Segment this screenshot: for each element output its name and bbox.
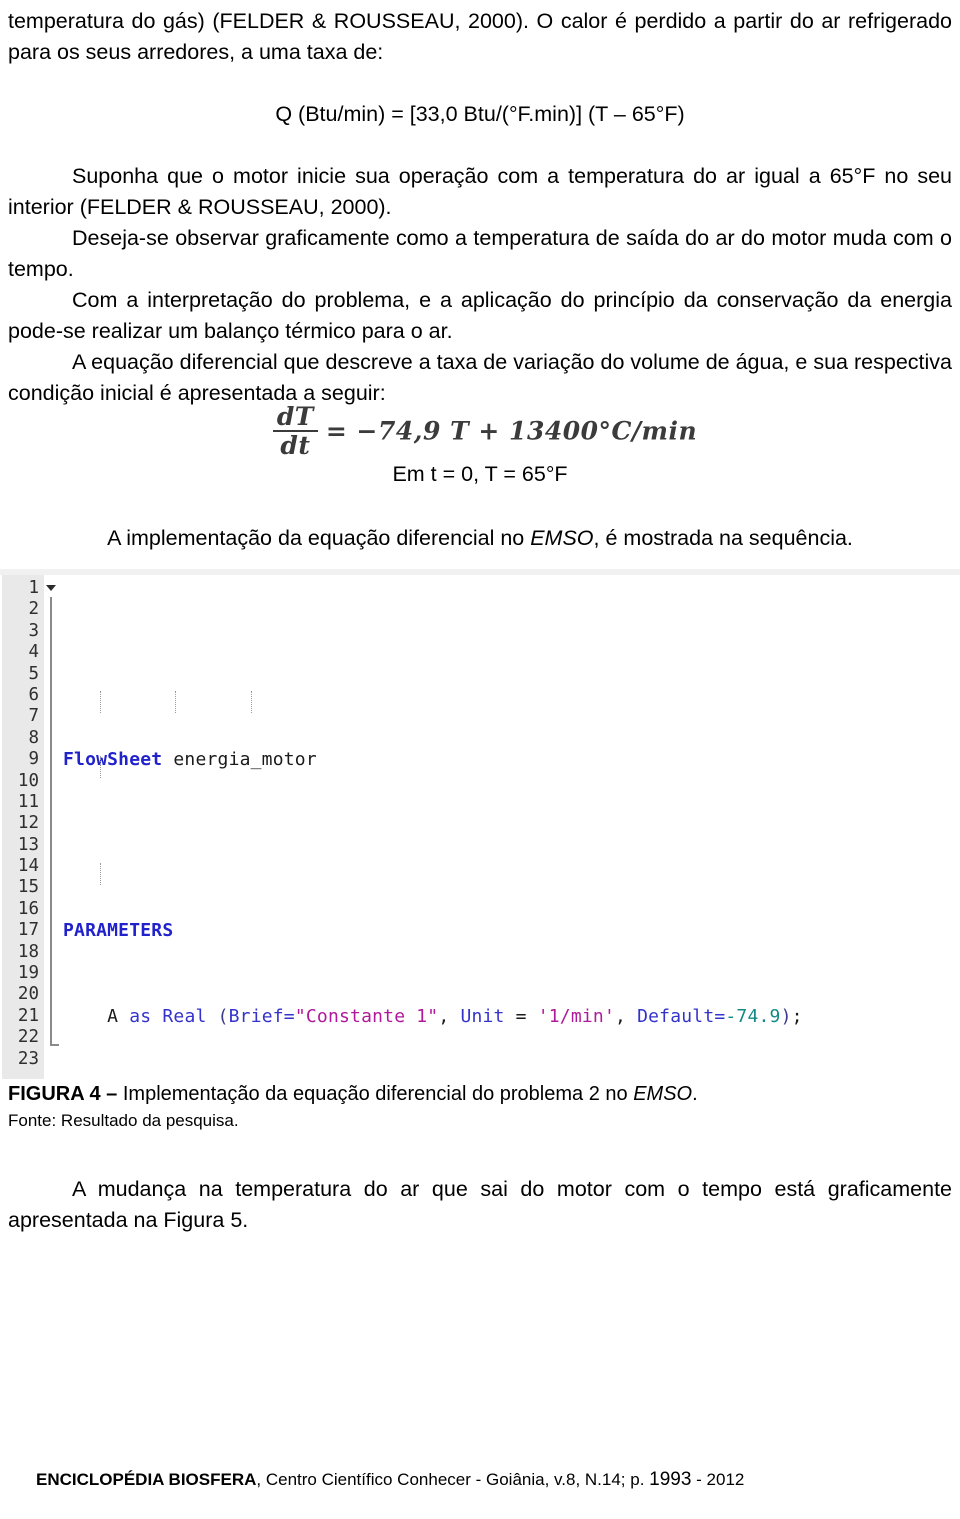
caption-text: Implementação da equação diferencial do …: [122, 1083, 634, 1105]
code-token-keyword: PARAMETERS: [63, 920, 174, 942]
code-token-identifier: energia_motor: [173, 749, 317, 771]
indent-guide: [251, 691, 253, 713]
caption-text-after: .: [692, 1083, 698, 1105]
fold-guide-end: [50, 1044, 59, 1046]
tail-paragraph-text: A mudança na temperatura do ar que sai d…: [8, 1176, 952, 1232]
code-folding-column[interactable]: [44, 575, 60, 1079]
code-token-attr: Unit: [460, 1006, 505, 1028]
figure-source: Fonte: Resultado da pesquisa.: [8, 1111, 239, 1130]
code-token-attr: Default=: [637, 1006, 726, 1028]
line-number: 8: [28, 727, 39, 748]
line-number: 4: [28, 642, 39, 663]
chevron-down-icon[interactable]: [46, 585, 56, 591]
code-token-identifier: A: [107, 1006, 119, 1028]
fraction-numerator: dT: [276, 402, 314, 431]
code-line: FlowSheet energia_motor: [60, 749, 960, 770]
footer-page-start: 1993: [649, 1469, 692, 1490]
code-token-attr: Brief=: [228, 1006, 295, 1028]
line-number: 15: [17, 877, 39, 898]
paragraph-deseja: Deseja-se observar graficamente como a t…: [8, 226, 952, 281]
differential-equation-figure: dT dt = −74,9 T + 13400°C/min: [0, 404, 960, 458]
line-number: 11: [17, 791, 39, 812]
line-number: 1: [28, 578, 39, 598]
line-number: 3: [28, 620, 39, 641]
body-text: temperatura do gás) (FELDER & ROUSSEAU, …: [8, 6, 952, 409]
line-number: 2: [28, 599, 39, 620]
paragraph-intro: temperatura do gás) (FELDER & ROUSSEAU, …: [8, 9, 952, 64]
line-number: 17: [17, 920, 39, 941]
line-number: 16: [17, 898, 39, 919]
caption-dash: –: [100, 1083, 123, 1105]
figure-caption: FIGURA 4 – Implementação da equação dife…: [8, 1081, 952, 1133]
line-number: 9: [28, 749, 39, 770]
code-line: A as Real (Brief="Constante 1", Unit = '…: [107, 1006, 803, 1028]
line-number: 10: [17, 770, 39, 791]
code-token-string: '1/min': [537, 1006, 615, 1028]
line-number: 22: [17, 1027, 39, 1048]
indent-guide: [175, 691, 177, 713]
code-token-type: Real: [162, 1006, 207, 1028]
paragraph-equacao-diferencial: A equação diferencial que descreve a tax…: [8, 350, 952, 405]
indent-guide: [100, 691, 102, 713]
code-token-string: "Constante 1": [294, 1006, 439, 1028]
line-number: 21: [17, 1005, 39, 1026]
initial-condition: Em t = 0, T = 65°F: [392, 462, 568, 486]
footer-details: , Centro Científico Conhecer - Goiânia, …: [256, 1470, 650, 1489]
footer-page-end: 2012: [706, 1470, 745, 1489]
impl-text-before: A implementação da equação diferencial n…: [107, 526, 531, 550]
caption-emphasis-emso: EMSO: [633, 1083, 693, 1105]
paragraph-suponha: Suponha que o motor inicie sua operação …: [8, 164, 952, 219]
line-number: 13: [17, 834, 39, 855]
line-number: 18: [17, 941, 39, 962]
line-number: 14: [17, 856, 39, 877]
indent-guide: [100, 756, 102, 778]
page-footer: ENCICLOPÉDIA BIOSFERA, Centro Científico…: [36, 1468, 940, 1492]
footer-journal-name: ENCICLOPÉDIA BIOSFERA: [36, 1470, 257, 1489]
line-number: 6: [28, 684, 39, 705]
code-token-keyword: FlowSheet: [63, 749, 163, 771]
impl-emphasis-emso: EMSO: [530, 526, 594, 550]
fold-guide-line: [50, 597, 52, 1046]
equation-right-hand-side: = −74,9 T + 13400°C/min: [325, 416, 698, 446]
line-number-gutter: 1 2 3 4 5 6 7 8 9 10 11 12 13 14 15 16 1…: [0, 575, 44, 1079]
footer-page-separator: -: [691, 1470, 707, 1489]
equation-formula: dT dt = −74,9 T + 13400°C/min: [263, 404, 697, 458]
figure-label: FIGURA 4: [8, 1083, 101, 1105]
impl-text-after: , é mostrada na sequência.: [593, 526, 853, 550]
code-token-keyword: as: [129, 1006, 152, 1028]
inline-equation-q: Q (Btu/min) = [33,0 Btu/(°F.min)] (T – 6…: [275, 102, 685, 126]
line-number: 12: [17, 813, 39, 834]
paragraph-interpretacao: Com a interpretação do problema, e a apl…: [8, 288, 952, 343]
line-number: 19: [17, 963, 39, 984]
fraction-denominator: dt: [272, 430, 318, 458]
code-line: PARAMETERS: [60, 920, 960, 941]
line-number: 7: [28, 706, 39, 727]
code-text-area[interactable]: FlowSheet energia_motor PARAMETERS A as …: [60, 575, 960, 1079]
code-editor-screenshot: 1 2 3 4 5 6 7 8 9 10 11 12 13 14 15 16 1…: [0, 569, 960, 1079]
document-page: temperatura do gás) (FELDER & ROUSSEAU, …: [0, 0, 960, 1519]
line-number: 23: [17, 1048, 39, 1069]
line-number: 5: [28, 663, 39, 684]
paragraph-mudanca: A mudança na temperatura do ar que sai d…: [8, 1152, 952, 1257]
line-number: 20: [17, 984, 39, 1005]
paragraph-implementacao: A implementação da equação diferencial n…: [8, 523, 952, 554]
code-token-number: -74.9: [725, 1006, 781, 1028]
indent-guide: [100, 863, 102, 885]
derivative-fraction: dT dt: [272, 402, 318, 458]
